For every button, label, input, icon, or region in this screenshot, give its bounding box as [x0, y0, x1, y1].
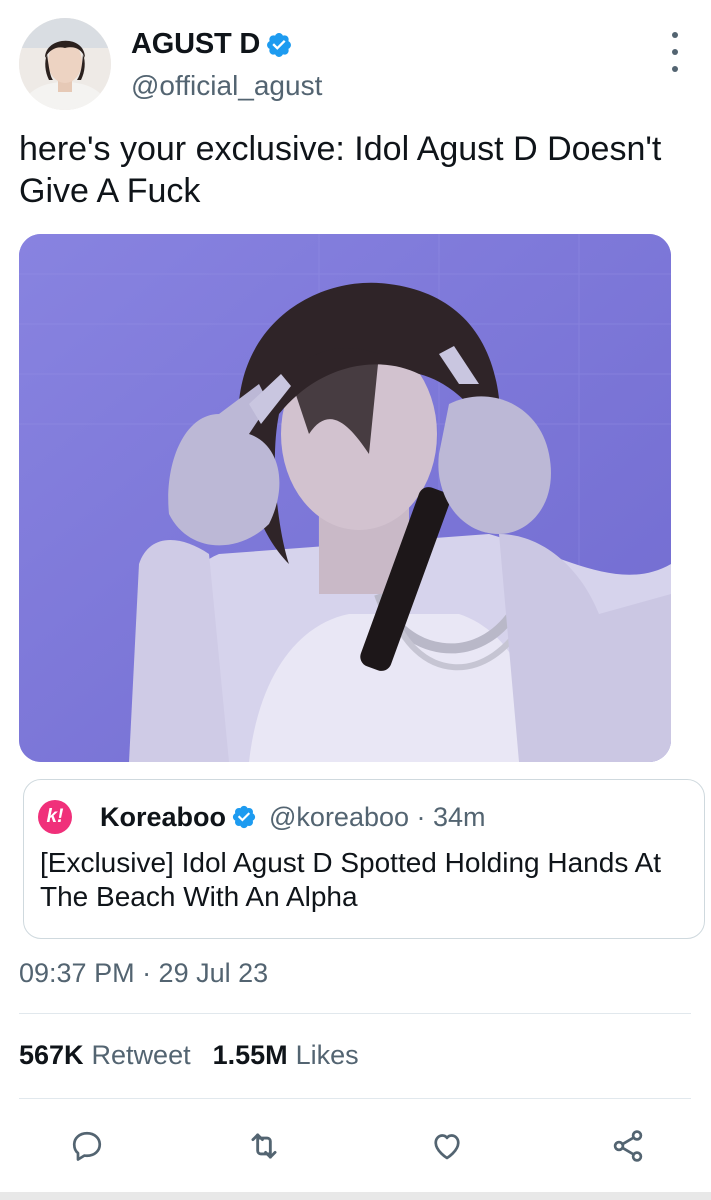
quote-handle-time: @koreaboo · 34m — [269, 801, 486, 832]
bottom-edge — [0, 1192, 711, 1200]
more-dot — [672, 49, 678, 55]
tweet-timestamp[interactable]: 09:37 PM · 29 Jul 23 — [19, 958, 268, 989]
author-display-name[interactable]: AGUST D — [131, 28, 260, 61]
divider — [19, 1013, 691, 1014]
author-avatar[interactable] — [19, 18, 111, 110]
author-handle[interactable]: @official_agust — [131, 70, 322, 102]
retweet-label: Retweet — [91, 1040, 191, 1070]
likes-stat[interactable]: 1.55M Likes — [213, 1040, 359, 1071]
koreaboo-logo-icon: k! — [38, 800, 72, 834]
likes-count: 1.55M — [212, 1040, 288, 1070]
retweet-icon[interactable] — [242, 1124, 286, 1168]
tweet-media-image[interactable] — [19, 234, 671, 762]
more-vertical-icon[interactable] — [665, 32, 685, 72]
verified-badge-icon — [265, 31, 293, 59]
verified-badge-icon — [231, 804, 257, 830]
tweet-stats: 567K Retweet 1.55M Likes — [19, 1040, 381, 1071]
retweet-count: 567K — [19, 1040, 84, 1070]
tweet-header: AGUST D @official_agust — [19, 18, 691, 114]
action-bar — [0, 1112, 711, 1182]
quote-header: k! Koreaboo @koreaboo · 34m — [38, 800, 486, 834]
quote-display-name: Koreaboo — [100, 801, 227, 832]
author-name-row: AGUST D — [131, 28, 293, 61]
more-dot — [672, 66, 678, 72]
retweet-stat[interactable]: 567K Retweet — [19, 1040, 191, 1071]
quote-text: [Exclusive] Idol Agust D Spotted Holding… — [40, 847, 662, 912]
divider — [19, 1098, 691, 1099]
quote-tweet-card[interactable]: k! Koreaboo @koreaboo · 34m [Exclusive] … — [23, 779, 705, 939]
reply-icon[interactable] — [65, 1124, 109, 1168]
heart-icon[interactable] — [425, 1124, 469, 1168]
share-icon[interactable] — [606, 1124, 650, 1168]
likes-label: Likes — [295, 1040, 359, 1070]
tweet-text: here's your exclusive: Idol Agust D Does… — [19, 130, 662, 210]
more-dot — [672, 32, 678, 38]
